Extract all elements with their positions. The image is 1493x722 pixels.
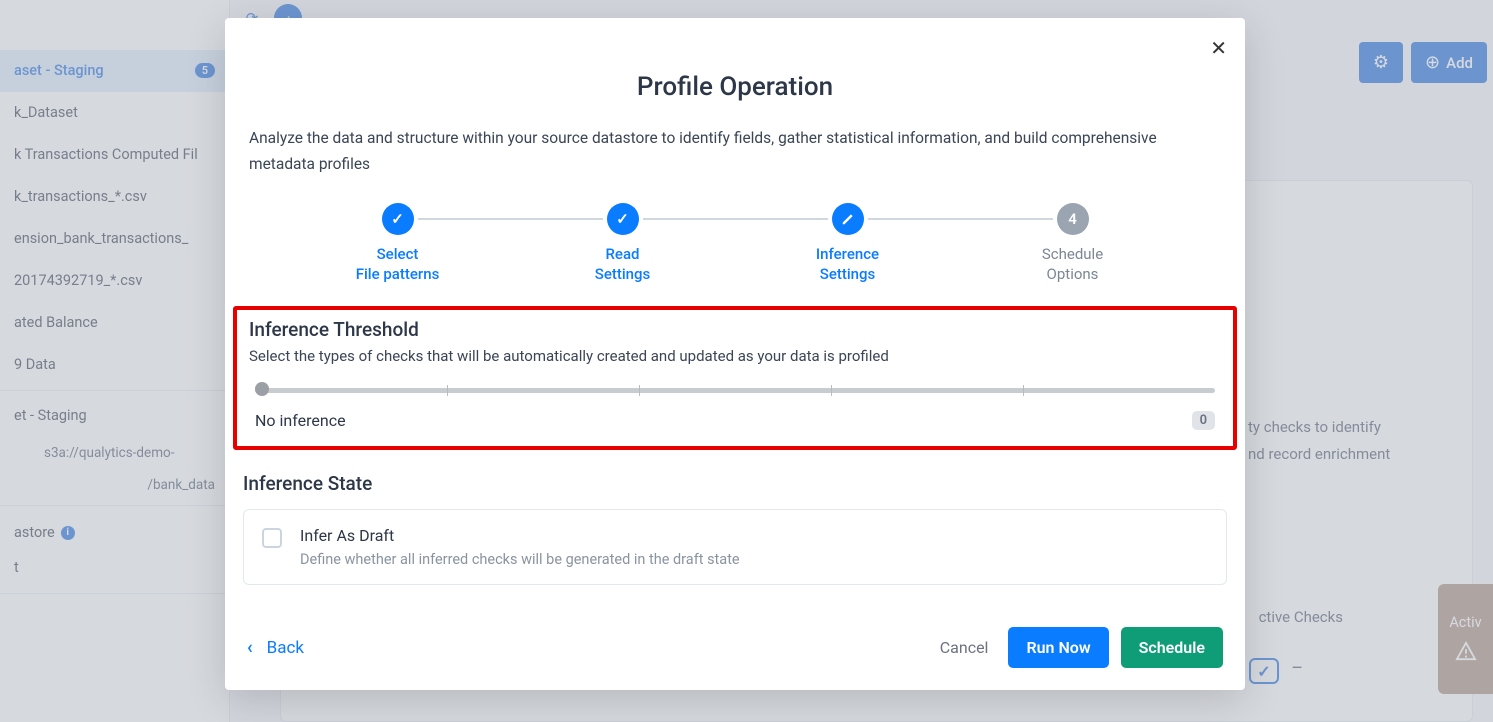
check-icon: ✓	[607, 203, 639, 235]
slider-value-label: No inference	[255, 411, 346, 430]
infer-as-draft-checkbox[interactable]	[262, 528, 282, 548]
plus-circle-icon: ⊕	[1425, 52, 1440, 73]
active-checks-label: ctive Checks	[1259, 608, 1343, 626]
close-button[interactable]: ✕	[1210, 36, 1227, 61]
step-read[interactable]: ✓ Read Settings	[510, 203, 735, 284]
section-heading: Inference State	[243, 472, 1227, 495]
card-title: Infer As Draft	[300, 526, 740, 545]
section-sub: Select the types of checks that will be …	[249, 347, 1221, 365]
modal-title: Profile Operation	[225, 72, 1245, 102]
sidebar-item-staging[interactable]: aset - Staging 5	[0, 50, 229, 92]
card-sub: Define whether all inferred checks will …	[300, 551, 740, 568]
sidebar: aset - Staging 5 k_Dataset k Transaction…	[0, 0, 230, 722]
step-number: 4	[1057, 203, 1089, 235]
section-heading: Inference Threshold	[249, 318, 1221, 341]
sidebar-heading: astore i	[0, 510, 229, 547]
sidebar-badge: 5	[195, 63, 215, 78]
back-label: Back	[267, 638, 304, 658]
pencil-icon	[832, 203, 864, 235]
sidebar-item-label: aset - Staging	[14, 62, 104, 79]
step-inference[interactable]: Inference Settings	[735, 203, 960, 284]
sidebar-sub: s3a://qualytics-demo-	[0, 437, 229, 469]
check-icon: ✓	[382, 203, 414, 235]
sidebar-item[interactable]: 9 Data	[0, 344, 229, 386]
sidebar-item[interactable]: ension_bank_transactions_	[0, 218, 229, 260]
sidebar-item[interactable]: 20174392719_*.csv	[0, 260, 229, 302]
chevron-left-icon: ‹	[247, 637, 253, 658]
sidebar-item-secondary[interactable]: et - Staging	[0, 395, 229, 437]
profile-operation-modal: ✕ Profile Operation Analyze the data and…	[225, 18, 1245, 690]
add-button[interactable]: ⊕ Add	[1411, 42, 1487, 83]
close-icon: ✕	[1210, 38, 1227, 60]
settings-button[interactable]: ⚙	[1359, 42, 1403, 83]
activity-tab[interactable]: Activ	[1438, 584, 1493, 694]
sidebar-item[interactable]: t	[0, 547, 229, 589]
run-now-button[interactable]: Run Now	[1008, 627, 1108, 668]
sidebar-sub: /bank_data	[0, 469, 229, 501]
check-chip[interactable]: ✓	[1249, 658, 1279, 684]
back-button[interactable]: ‹ Back	[247, 637, 304, 658]
add-label: Add	[1446, 54, 1473, 72]
inference-threshold-slider[interactable]	[255, 383, 1215, 397]
gear-icon: ⚙	[1373, 52, 1389, 73]
step-select[interactable]: ✓ Select File patterns	[285, 203, 510, 284]
schedule-button[interactable]: Schedule	[1121, 627, 1223, 668]
modal-footer: ‹ Back Cancel Run Now Schedule	[247, 627, 1223, 668]
sidebar-item[interactable]: ated Balance	[0, 302, 229, 344]
slider-value-chip: 0	[1192, 411, 1215, 430]
sidebar-item[interactable]: k Transactions Computed Fil	[0, 134, 229, 176]
inference-threshold-section: Inference Threshold Select the types of …	[233, 306, 1237, 450]
stepper: ✓ Select File patterns ✓ Read Settings I…	[285, 203, 1185, 284]
dash: –	[1291, 658, 1303, 679]
cancel-button[interactable]: Cancel	[932, 628, 997, 667]
info-icon[interactable]: i	[61, 526, 75, 540]
inference-state-section: Inference State Infer As Draft Define wh…	[243, 472, 1227, 585]
infer-as-draft-card: Infer As Draft Define whether all inferr…	[243, 509, 1227, 585]
modal-description: Analyze the data and structure within yo…	[249, 126, 1221, 177]
warning-icon	[1455, 641, 1477, 665]
slider-thumb[interactable]	[255, 382, 269, 396]
step-schedule[interactable]: 4 Schedule Options	[960, 203, 1185, 284]
content-text: ty checks to identify nd record enrichme…	[1248, 414, 1390, 468]
sidebar-item[interactable]: k_Dataset	[0, 92, 229, 134]
sidebar-item[interactable]: k_transactions_*.csv	[0, 176, 229, 218]
